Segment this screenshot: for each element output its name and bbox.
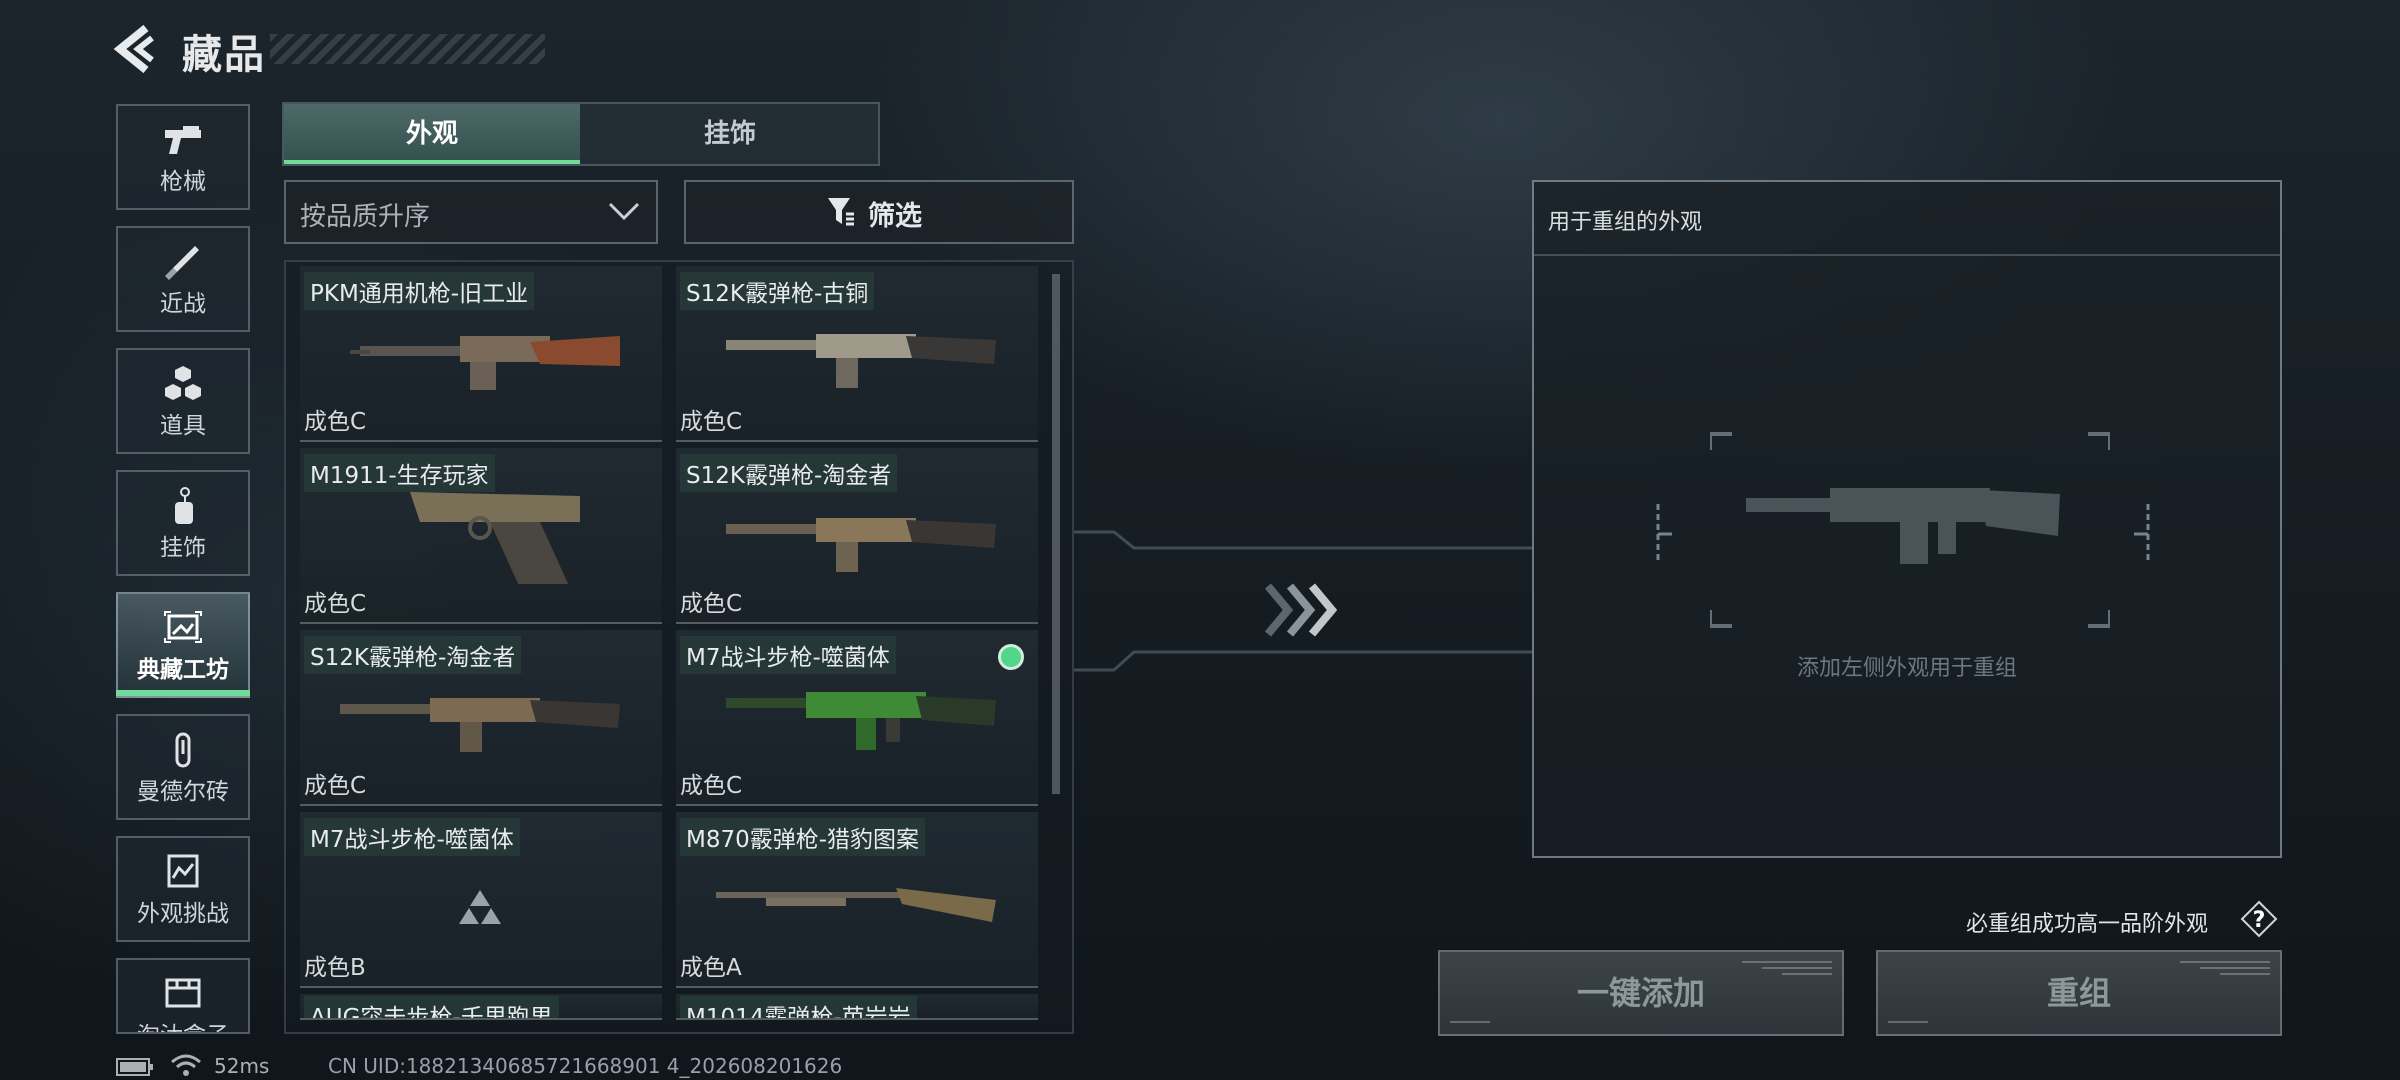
button-decoration [1888,1021,1928,1023]
charm-icon [175,487,193,524]
sidebar-item-workshop[interactable]: 典藏工坊 [116,592,250,698]
pistol-image [410,492,580,584]
item-name: M7战斗步枪-噬菌体 [304,818,520,856]
filter-icon [828,198,854,226]
item-name: M1014霰弹枪-芭岩岩 [680,996,917,1018]
shotgun-image [726,334,996,388]
left-bracket-icon [1656,504,1672,564]
pump-shotgun-image [716,888,996,922]
sidebar-item-firearms[interactable]: 枪械 [116,104,250,210]
item-card[interactable]: AUG突击步枪-千里跑男 [300,994,662,1020]
sidebar-item-appearance-challenge[interactable]: 外观挑战 [116,836,250,942]
sidebar-item-label: 挂饰 [160,535,206,561]
sidebar-item-label: 近战 [160,291,206,317]
item-name: S12K霰弹枪-淘金者 [680,454,898,492]
mandel-brick-icon [175,732,191,768]
grid-scrollbar[interactable] [1052,274,1060,794]
items-cubes-icon [165,366,201,400]
item-grade: 成色C [304,773,367,799]
battery-icon [116,1058,153,1076]
sidebar-item-label: 枪械 [160,169,206,195]
knife-icon [165,246,199,280]
sidebar-item-charms[interactable]: 挂饰 [116,470,250,576]
item-name: PKM通用机枪-旧工业 [304,272,535,310]
placeholder-triangle-icon [459,890,501,924]
sidebar-item-label: 外观挑战 [137,901,229,927]
item-grade: 成色C [680,773,743,799]
item-name: M870霰弹枪-猎豹图案 [680,818,926,856]
item-name: AUG突击步枪-千里跑男 [304,996,559,1018]
item-grade: 成色A [680,955,742,981]
tab-active-indicator [284,160,580,164]
rifle-green-image [726,692,996,750]
challenge-icon [167,854,199,888]
pistol-icon [165,126,201,154]
item-grade: 成色C [680,409,743,435]
triple-chevron-icon [1264,583,1338,637]
button-decoration [1450,1021,1490,1023]
right-bracket-icon [2134,504,2150,564]
sidebar-item-label: 淘汰盒子 [118,1016,248,1032]
selected-indicator-dot [998,644,1024,670]
button-decoration [1742,961,1832,975]
svg-text:?: ? [2253,908,2266,933]
item-card[interactable]: M1014霰弹枪-芭岩岩 [676,994,1038,1020]
item-card-selected[interactable]: M7战斗步枪-噬菌体 成色C [676,630,1038,806]
item-card[interactable]: M1911-生存玩家 成色C [300,448,662,624]
ping-text: 52ms [214,1054,270,1078]
box-icon [165,978,201,1008]
sidebar-item-box[interactable]: 淘汰盒子 [116,958,250,1034]
item-grade: 成色C [304,409,367,435]
recombine-panel-title: 用于重组的外观 [1548,210,1703,235]
sidebar-item-label: 曼德尔砖 [137,779,229,805]
rifle-placeholder-icon[interactable] [1710,432,2110,628]
filter-label: 筛选 [868,201,922,232]
question-icon[interactable]: ? [2240,900,2278,938]
recombine-placeholder-text: 添加左侧外观用于重组 [1796,656,2017,681]
shotgun-image [340,698,620,752]
item-card[interactable]: S12K霰弹枪-古铜 成色C [676,266,1038,442]
sidebar-item-mandel-brick[interactable]: 曼德尔砖 [116,714,250,820]
uid-text: CN UID:18821340685721668901 4_2026082016… [328,1054,843,1078]
sidebar-item-label: 道具 [160,413,206,439]
workshop-icon [164,611,202,643]
item-grade: 成色C [304,591,367,617]
sidebar-item-melee[interactable]: 近战 [116,226,250,332]
wifi-icon [171,1054,201,1076]
sidebar-item-label: 典藏工坊 [137,657,229,683]
item-name: M1911-生存玩家 [304,454,495,492]
item-name: S12K霰弹枪-古铜 [680,272,875,310]
chevron-down-icon [608,202,640,221]
button-decoration [2180,961,2270,975]
add-all-button[interactable]: 一键添加 [1438,950,1844,1036]
back-arrow-icon[interactable] [112,24,162,74]
item-grade: 成色C [680,591,743,617]
item-card[interactable]: S12K霰弹枪-淘金者 成色C [300,630,662,806]
page-title: 藏品 [182,32,266,78]
active-indicator [116,690,250,696]
shotgun-image [726,518,996,572]
item-name: M7战斗步枪-噬菌体 [680,636,896,674]
item-grade: 成色B [304,955,366,981]
sidebar-item-items[interactable]: 道具 [116,348,250,454]
item-name: S12K霰弹枪-淘金者 [304,636,522,674]
title-decoration [270,34,545,64]
item-card[interactable]: M870霰弹枪-猎豹图案 成色A [676,812,1038,988]
machine-gun-image [350,336,620,390]
sort-selected-value: 按品质升序 [300,202,431,232]
item-card[interactable]: PKM通用机枪-旧工业 成色C [300,266,662,442]
item-card[interactable]: M7战斗步枪-噬菌体 成色B [300,812,662,988]
tab-appearance[interactable]: 外观 [284,104,580,164]
item-card[interactable]: S12K霰弹枪-淘金者 成色C [676,448,1038,624]
guarantee-text: 必重组成功高一品阶外观 [1966,912,2209,937]
recombine-button[interactable]: 重组 [1876,950,2282,1036]
tab-charms[interactable]: 挂饰 [582,104,878,164]
